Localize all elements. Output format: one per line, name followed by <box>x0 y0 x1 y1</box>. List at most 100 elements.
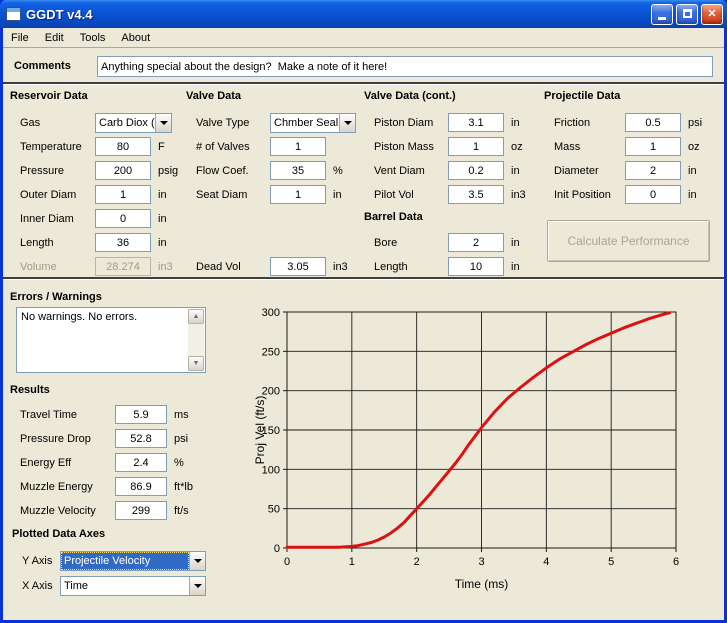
arrow-down-icon: ▼ <box>193 360 200 367</box>
dropdown-button[interactable] <box>155 114 171 132</box>
section-title-results: Results <box>10 384 50 396</box>
dropdown-button[interactable] <box>189 552 205 570</box>
valve-type-select[interactable]: Chmber Seal <box>270 113 356 133</box>
divider <box>3 277 724 280</box>
inner-diam-unit: in <box>158 213 167 225</box>
seat-diam-unit: in <box>333 189 342 201</box>
field-vent-diam: Vent Diam in <box>374 160 554 181</box>
pilot-vol-unit: in3 <box>511 189 526 201</box>
field-flow-coef: Flow Coef. % <box>196 160 376 181</box>
errors-warnings-box[interactable]: No warnings. No errors. ▲ ▼ <box>16 307 206 373</box>
outer-diam-label: Outer Diam <box>20 189 95 201</box>
menu-item-edit[interactable]: Edit <box>37 30 72 46</box>
volume-unit: in3 <box>158 261 173 273</box>
pressure-input[interactable] <box>95 161 151 180</box>
close-icon: ✕ <box>707 8 716 20</box>
muzzle-velocity-unit: ft/s <box>174 505 189 517</box>
svg-text:100: 100 <box>262 464 280 476</box>
scroll-down-button[interactable]: ▼ <box>188 356 204 371</box>
close-button[interactable]: ✕ <box>701 4 723 25</box>
pressure-drop-output <box>115 429 167 448</box>
title-bar[interactable]: GGDT v4.4 ✕ <box>0 0 727 28</box>
pilot-vol-input[interactable] <box>448 185 504 204</box>
bore-unit: in <box>511 237 520 249</box>
svg-text:250: 250 <box>262 346 280 358</box>
piston-mass-unit: oz <box>511 141 523 153</box>
x-axis-label: X Axis <box>22 580 60 592</box>
minimize-button[interactable] <box>651 4 673 25</box>
field-energy-eff: Energy Eff % <box>20 452 220 473</box>
energy-eff-output <box>115 453 167 472</box>
temperature-input[interactable] <box>95 137 151 156</box>
reservoir-length-input[interactable] <box>95 233 151 252</box>
flow-coef-input[interactable] <box>270 161 326 180</box>
volume-input <box>95 257 151 276</box>
x-axis-select[interactable]: Time <box>60 576 206 596</box>
vent-diam-label: Vent Diam <box>374 165 448 177</box>
window-title: GGDT v4.4 <box>26 7 92 22</box>
muzzle-velocity-label: Muzzle Velocity <box>20 505 115 517</box>
friction-label: Friction <box>554 117 625 129</box>
piston-mass-label: Piston Mass <box>374 141 448 153</box>
field-num-valves: # of Valves <box>196 136 376 157</box>
inner-diam-input[interactable] <box>95 209 151 228</box>
diameter-label: Diameter <box>554 165 625 177</box>
field-valve-type: Valve Type Chmber Seal <box>196 112 358 133</box>
svg-text:3: 3 <box>478 556 484 568</box>
bore-input[interactable] <box>448 233 504 252</box>
gas-select[interactable]: Carb Diox (CC <box>95 113 172 133</box>
mass-input[interactable] <box>625 137 681 156</box>
mass-label: Mass <box>554 141 625 153</box>
barrel-length-label: Length <box>374 261 448 273</box>
vent-diam-input[interactable] <box>448 161 504 180</box>
field-bore: Bore in <box>374 232 554 253</box>
dropdown-button[interactable] <box>189 577 205 595</box>
dead-vol-input[interactable] <box>270 257 326 276</box>
comments-label: Comments <box>14 60 71 72</box>
field-gas: Gas Carb Diox (CC <box>20 112 192 133</box>
field-friction: Friction psi <box>554 112 724 133</box>
piston-diam-input[interactable] <box>448 113 504 132</box>
calculate-performance-button: Calculate Performance <box>547 220 710 262</box>
dropdown-button[interactable] <box>339 114 355 132</box>
num-valves-input[interactable] <box>270 137 326 156</box>
maximize-button[interactable] <box>676 4 698 25</box>
diameter-input[interactable] <box>625 161 681 180</box>
field-muzzle-energy: Muzzle Energy ft*lb <box>20 476 220 497</box>
scrollbar[interactable]: ▲ ▼ <box>188 309 204 371</box>
menu-item-file[interactable]: File <box>3 30 37 46</box>
field-volume: Volume in3 <box>20 256 220 277</box>
bore-label: Bore <box>374 237 448 249</box>
friction-input[interactable] <box>625 113 681 132</box>
app-icon <box>6 7 21 21</box>
svg-text:50: 50 <box>268 504 280 516</box>
dead-vol-unit: in3 <box>333 261 348 273</box>
field-piston-diam: Piston Diam in <box>374 112 554 133</box>
y-axis-select[interactable]: Projectile Velocity <box>60 551 206 571</box>
section-title-reservoir-data: Reservoir Data <box>10 90 88 102</box>
app-window: GGDT v4.4 ✕ File Edit Tools About Commen… <box>0 0 727 623</box>
chevron-down-icon <box>160 121 168 125</box>
muzzle-energy-unit: ft*lb <box>174 481 193 493</box>
piston-mass-input[interactable] <box>448 137 504 156</box>
field-dead-vol: Dead Vol in3 <box>196 256 376 277</box>
comments-input[interactable] <box>97 56 713 77</box>
piston-diam-unit: in <box>511 117 520 129</box>
barrel-length-input[interactable] <box>448 257 504 276</box>
menu-item-tools[interactable]: Tools <box>72 30 114 46</box>
errors-text: No warnings. No errors. <box>21 311 185 323</box>
scroll-up-button[interactable]: ▲ <box>188 309 204 324</box>
mass-unit: oz <box>688 141 700 153</box>
seat-diam-input[interactable] <box>270 185 326 204</box>
volume-label: Volume <box>20 261 95 273</box>
chart-canvas: 0123456050100150200250300Time (ms)Proj V… <box>250 296 727 598</box>
pressure-drop-unit: psi <box>174 433 188 445</box>
minimize-icon <box>658 17 666 20</box>
menu-item-about[interactable]: About <box>113 30 158 46</box>
section-title-valve-data-cont: Valve Data (cont.) <box>364 90 456 102</box>
gas-value: Carb Diox (CC <box>96 114 155 132</box>
init-position-input[interactable] <box>625 185 681 204</box>
section-title-barrel-data: Barrel Data <box>364 211 423 223</box>
outer-diam-input[interactable] <box>95 185 151 204</box>
gas-label: Gas <box>20 117 95 129</box>
